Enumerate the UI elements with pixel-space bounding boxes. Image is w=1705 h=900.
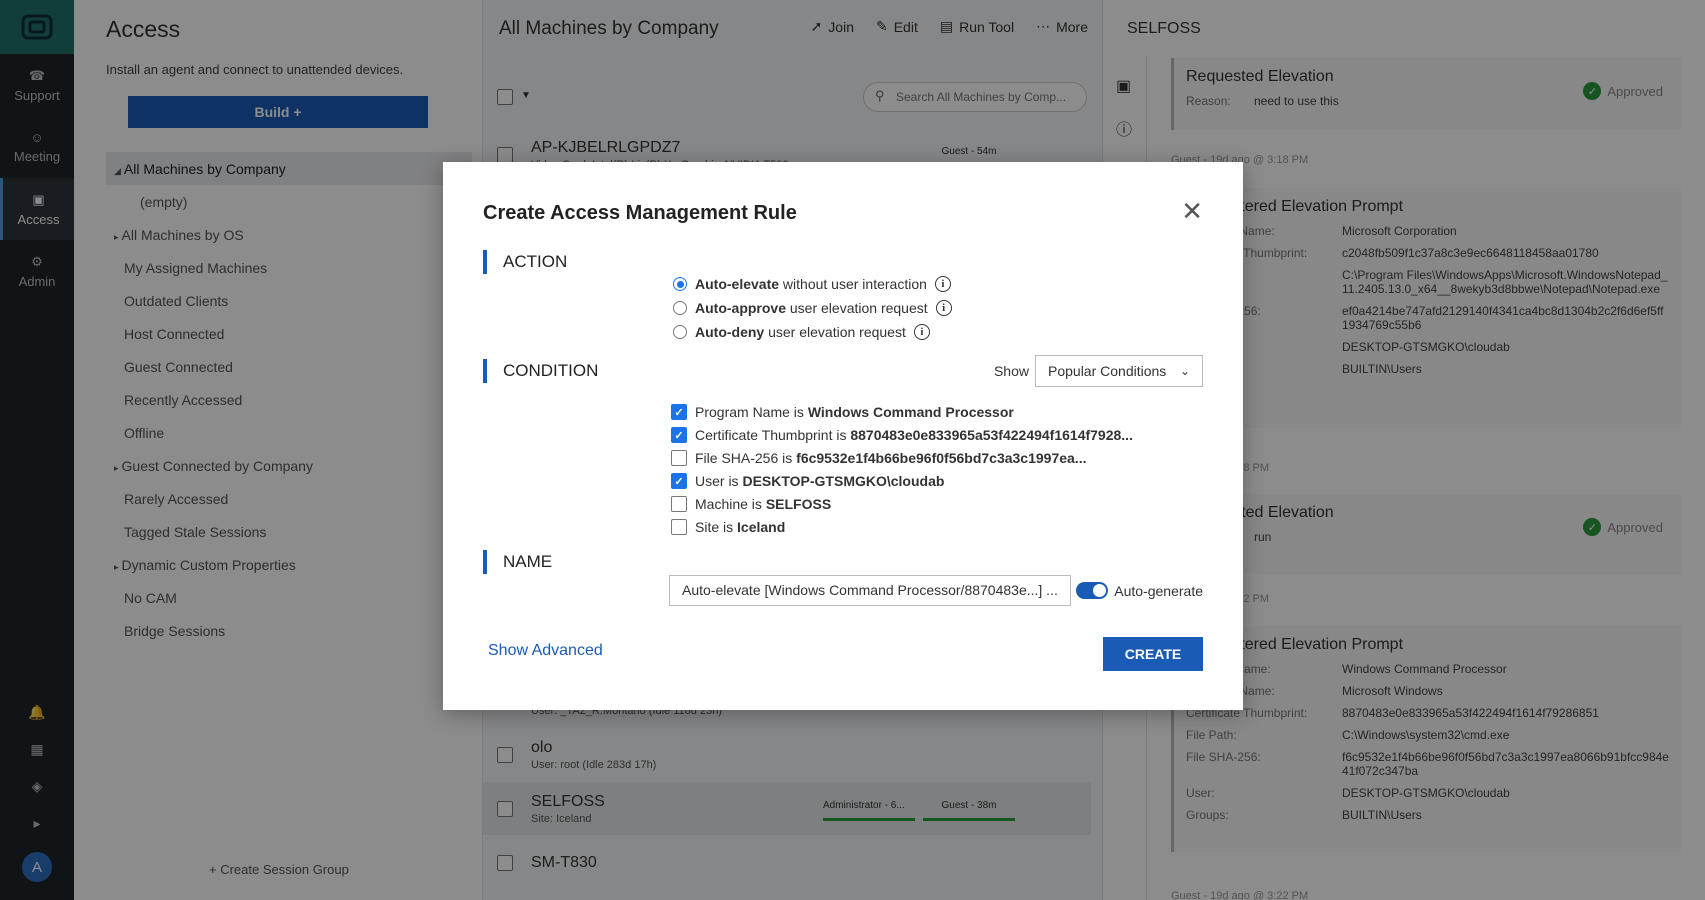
condition-certificate-thumbprint[interactable]: ✓ Certificate Thumbprint is 8870483e0e83… bbox=[671, 427, 1133, 443]
condition-program-name[interactable]: ✓ Program Name is Windows Command Proces… bbox=[671, 404, 1014, 420]
info-icon[interactable]: i bbox=[934, 276, 951, 292]
condition-file-sha256[interactable]: File SHA-256 is f6c9532e1f4b66be96f0f56b… bbox=[671, 450, 1086, 466]
condition-machine[interactable]: Machine is SELFOSS bbox=[671, 496, 831, 512]
section-name: NAME bbox=[483, 550, 552, 574]
section-condition: CONDITION bbox=[483, 359, 598, 383]
create-rule-dialog: Create Access Management Rule ✕ ACTION A… bbox=[443, 162, 1243, 710]
auto-generate-toggle[interactable] bbox=[1076, 582, 1109, 599]
rule-name-input[interactable]: Auto-elevate [Windows Command Processor/… bbox=[669, 575, 1071, 606]
radio-button[interactable] bbox=[673, 277, 687, 291]
condition-user[interactable]: ✓ User is DESKTOP-GTSMGKO\cloudab bbox=[671, 473, 944, 489]
checkbox[interactable] bbox=[671, 496, 687, 512]
info-icon[interactable]: i bbox=[913, 324, 930, 340]
auto-generate-control: Auto-generate bbox=[1076, 582, 1203, 599]
action-option-auto-approve[interactable]: Auto-approve user elevation request i bbox=[673, 300, 952, 316]
action-option-auto-elevate[interactable]: Auto-elevate without user interaction i bbox=[673, 276, 951, 292]
checkbox[interactable] bbox=[671, 519, 687, 535]
checkbox[interactable]: ✓ bbox=[671, 427, 687, 443]
action-option-auto-deny[interactable]: Auto-deny user elevation request i bbox=[673, 324, 930, 340]
checkbox[interactable]: ✓ bbox=[671, 404, 687, 420]
chevron-down-icon: ⌄ bbox=[1179, 364, 1190, 378]
show-advanced-link[interactable]: Show Advanced bbox=[488, 642, 603, 660]
dialog-title: Create Access Management Rule bbox=[483, 202, 797, 224]
radio-button[interactable] bbox=[673, 325, 687, 339]
radio-button[interactable] bbox=[673, 301, 687, 315]
section-action: ACTION bbox=[483, 250, 567, 274]
condition-filter: Show Popular Conditions ⌄ bbox=[994, 355, 1203, 387]
create-button[interactable]: CREATE bbox=[1103, 637, 1203, 671]
condition-filter-select[interactable]: Popular Conditions ⌄ bbox=[1035, 355, 1203, 387]
close-icon[interactable]: ✕ bbox=[1181, 198, 1203, 224]
condition-site[interactable]: Site is Iceland bbox=[671, 519, 785, 535]
checkbox[interactable]: ✓ bbox=[671, 473, 687, 489]
info-icon[interactable]: i bbox=[935, 300, 952, 316]
checkbox[interactable] bbox=[671, 450, 687, 466]
